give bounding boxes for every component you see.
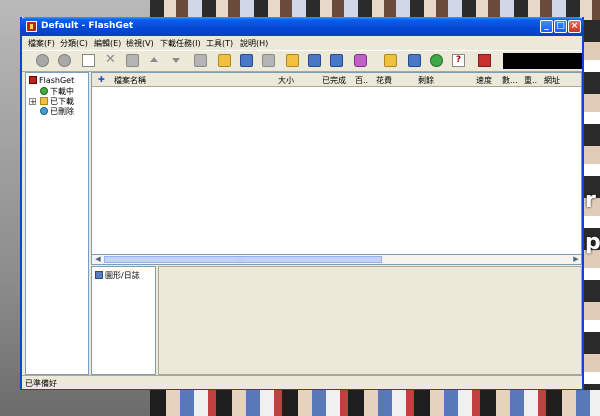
expand-icon[interactable]: + xyxy=(29,98,36,106)
folder-icon xyxy=(40,97,48,105)
graph-log-icon xyxy=(95,271,103,279)
log-view[interactable] xyxy=(158,266,582,375)
status-text: 已準備好 xyxy=(25,379,57,388)
move-down-icon[interactable] xyxy=(170,54,183,67)
options-icon[interactable] xyxy=(330,54,343,67)
menu-help[interactable]: 說明(H) xyxy=(240,38,268,49)
title-bar[interactable]: Default - FlashGet _ □ × xyxy=(20,17,584,36)
status-column-icon[interactable]: ✚ xyxy=(98,75,105,84)
speed-graph xyxy=(503,53,582,69)
tree-root[interactable]: FlashGet xyxy=(29,76,74,86)
list-header: ✚ 檔案名稱 大小 已完成 百.. 花費 剩餘 速度 數... 重.. 網址 xyxy=(92,73,581,87)
col-size[interactable]: 大小 xyxy=(278,75,294,86)
recycle-icon xyxy=(40,107,48,115)
graph-log-panel[interactable]: 圖形/日誌 xyxy=(91,266,156,375)
col-url[interactable]: 網址 xyxy=(544,75,560,86)
pause-icon[interactable] xyxy=(58,54,71,67)
desktop-photo-text: rp xyxy=(585,188,600,255)
menu-view[interactable]: 檢視(V) xyxy=(126,38,154,49)
maximize-button[interactable]: □ xyxy=(554,20,567,33)
tree-item-deleted[interactable]: 已刪除 xyxy=(40,106,74,116)
menu-bar: 檔案(F) 分類(C) 編輯(E) 檢視(V) 下載任務(I) 工具(T) 說明… xyxy=(22,36,582,49)
col-retry[interactable]: 重.. xyxy=(524,75,537,86)
scroll-thumb[interactable]: ::: xyxy=(104,255,382,263)
status-bar: 已準備好 xyxy=(22,375,582,389)
menu-category[interactable]: 分類(C) xyxy=(60,38,88,49)
flashget-logo-icon[interactable] xyxy=(478,54,491,67)
window-title: Default - FlashGet xyxy=(41,21,134,31)
start-icon[interactable] xyxy=(36,54,49,67)
delete-icon[interactable]: ✕ xyxy=(104,53,117,67)
horizontal-scrollbar[interactable]: ◀ ::: ▶ xyxy=(91,255,582,265)
menu-tools[interactable]: 工具(T) xyxy=(206,38,233,49)
menu-tasks[interactable]: 下載任務(I) xyxy=(160,38,201,49)
move-up-icon[interactable] xyxy=(148,54,161,67)
col-filename[interactable]: 檔案名稱 xyxy=(114,75,146,86)
import-icon[interactable] xyxy=(194,54,207,67)
category-tree: FlashGet 下載中 + 已下載 已刪除 xyxy=(25,72,89,375)
minimize-button[interactable]: _ xyxy=(540,20,553,33)
update-icon[interactable] xyxy=(430,54,443,67)
jet-icon[interactable] xyxy=(408,54,421,67)
col-completed[interactable]: 已完成 xyxy=(322,75,346,86)
col-percent[interactable]: 百.. xyxy=(355,75,368,86)
close-button[interactable]: × xyxy=(568,20,581,33)
col-elapsed[interactable]: 花費 xyxy=(376,75,392,86)
open-folder-icon[interactable] xyxy=(218,54,231,67)
scroll-right-icon[interactable]: ▶ xyxy=(571,255,581,264)
scroll-grip-icon: ::: xyxy=(237,255,244,262)
help-icon[interactable]: ? xyxy=(452,54,465,67)
task-list[interactable]: ✚ 檔案名稱 大小 已完成 百.. 花費 剩餘 速度 數... 重.. 網址 xyxy=(91,72,582,255)
find-icon[interactable] xyxy=(240,54,253,67)
site-explorer-icon[interactable] xyxy=(384,54,397,67)
graph-log-item[interactable]: 圖形/日誌 xyxy=(95,270,140,280)
downloading-icon xyxy=(40,87,48,95)
tree-item-downloaded[interactable]: 已下載 xyxy=(40,96,74,106)
menu-file[interactable]: 檔案(F) xyxy=(28,38,55,49)
flashget-window: Default - FlashGet _ □ × 檔案(F) 分類(C) 編輯(… xyxy=(20,17,584,390)
schedule-icon[interactable] xyxy=(308,54,321,67)
scroll-left-icon[interactable]: ◀ xyxy=(93,255,103,264)
menu-edit[interactable]: 編輯(E) xyxy=(94,38,121,49)
flashget-root-icon xyxy=(29,76,37,84)
col-count[interactable]: 數... xyxy=(502,75,518,86)
new-task-icon[interactable] xyxy=(82,54,95,67)
tree-item-downloading[interactable]: 下載中 xyxy=(40,86,74,96)
properties-icon[interactable] xyxy=(126,54,139,67)
skin-icon[interactable] xyxy=(354,54,367,67)
find-next-icon[interactable] xyxy=(262,54,275,67)
col-remaining[interactable]: 剩餘 xyxy=(418,75,434,86)
dialup-icon[interactable] xyxy=(286,54,299,67)
flashget-app-icon[interactable] xyxy=(26,21,37,32)
desktop-photo-bottom xyxy=(150,388,600,416)
col-speed[interactable]: 速度 xyxy=(476,75,492,86)
toolbar: ✕ ? xyxy=(22,50,582,72)
